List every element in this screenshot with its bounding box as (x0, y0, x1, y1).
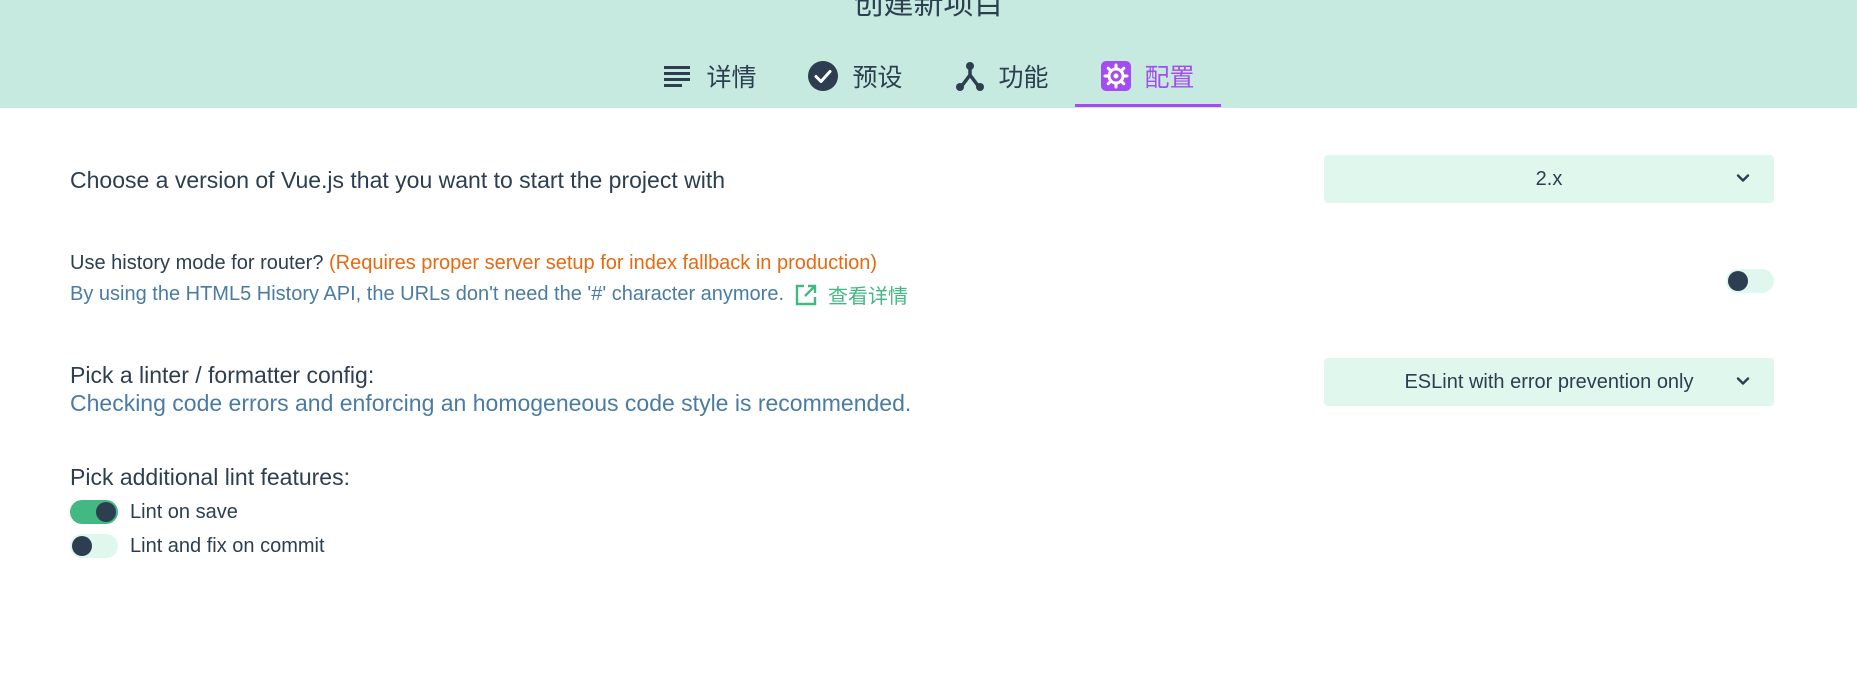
history-mode-title: Use history mode for router? (Requires p… (70, 252, 877, 275)
history-mode-toggle[interactable] (1726, 269, 1774, 293)
lint-option-lint-fix-commit: Lint and fix on commit (70, 529, 325, 563)
vue-version-value: 2.x (1535, 167, 1563, 190)
linter-row: Pick a linter / formatter config: Checki… (70, 358, 1775, 420)
history-mode-row: Use history mode for router? (Requires p… (70, 252, 1775, 312)
toggle-knob (1728, 271, 1748, 291)
vue-version-select[interactable]: 2.x (1324, 155, 1774, 203)
history-mode-link-label: 查看详情 (828, 286, 909, 308)
lint-features-label: Pick additional lint features: (70, 464, 350, 490)
history-mode-warning: (Requires proper server setup for index … (329, 252, 878, 274)
history-mode-description-line: By using the HTML5 History API, the URLs… (70, 280, 908, 309)
tab-details[interactable]: 详情 (636, 48, 782, 107)
tab-features[interactable]: 功能 (929, 48, 1075, 107)
header: 创建新项目 详情 预设 功能 配置 (0, 0, 1857, 108)
toggle-knob (72, 536, 92, 556)
tab-features-label: 功能 (998, 64, 1049, 92)
linter-description: Checking code errors and enforcing an ho… (70, 390, 912, 416)
lint-on-save-toggle[interactable] (70, 500, 118, 524)
external-link-icon (795, 284, 817, 305)
linter-select[interactable]: ESLint with error prevention only (1324, 358, 1774, 406)
list-icon (662, 61, 692, 91)
lint-fix-commit-label: Lint and fix on commit (130, 534, 325, 557)
lint-option-lint-on-save: Lint on save (70, 495, 325, 529)
tab-config[interactable]: 配置 (1074, 48, 1221, 107)
linter-value: ESLint with error prevention only (1404, 370, 1694, 393)
history-mode-description: By using the HTML5 History API, the URLs… (70, 283, 785, 305)
history-mode-label: Use history mode for router? (70, 252, 324, 274)
vue-version-label: Choose a version of Vue.js that you want… (70, 167, 725, 193)
lint-fix-commit-toggle[interactable] (70, 534, 118, 558)
tab-presets[interactable]: 预设 (782, 48, 928, 107)
tab-presets-label: 预设 (852, 64, 903, 92)
lint-features-row: Pick additional lint features: Lint on s… (70, 464, 1775, 584)
fork-icon (955, 61, 985, 91)
linter-label: Pick a linter / formatter config: (70, 362, 375, 388)
check-circle-icon (808, 61, 839, 91)
tab-details-label: 详情 (706, 64, 757, 92)
page-title: 创建新项目 (853, 0, 1004, 21)
lint-features-options: Lint on save Lint and fix on commit (70, 495, 325, 563)
vue-version-row: Choose a version of Vue.js that you want… (70, 155, 1775, 205)
toggle-knob (96, 502, 116, 522)
lint-on-save-label: Lint on save (130, 500, 238, 523)
history-mode-more-link[interactable]: 查看详情 (794, 280, 908, 309)
gear-icon (1100, 61, 1131, 91)
tab-bar: 详情 预设 功能 配置 (0, 48, 1857, 108)
chevron-down-icon (1736, 377, 1750, 385)
tab-config-label: 配置 (1144, 64, 1195, 92)
chevron-down-icon (1736, 174, 1750, 182)
